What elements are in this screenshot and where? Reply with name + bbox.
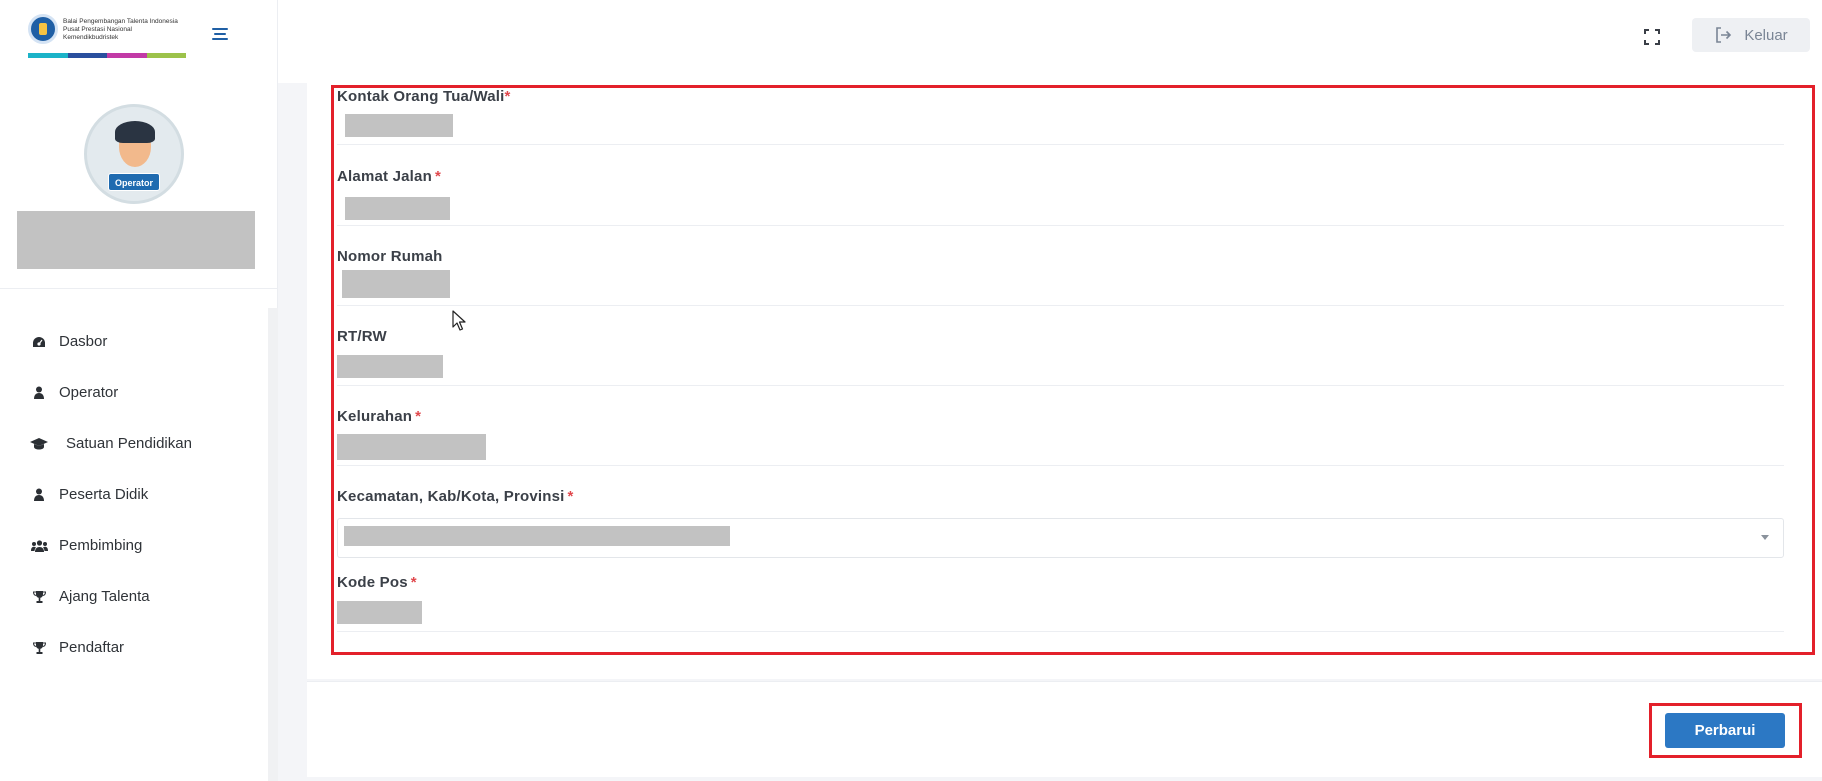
sidebar-scrollbar[interactable]	[268, 308, 278, 781]
field-value-redacted[interactable]	[337, 601, 422, 624]
field-divider	[337, 305, 1784, 306]
user-icon	[29, 487, 49, 503]
chevron-down-icon	[1761, 535, 1769, 540]
form-footer	[307, 682, 1822, 777]
sidebar-item-operator[interactable]: Operator	[0, 367, 268, 418]
field-label: Kecamatan, Kab/Kota, Provinsi *	[337, 488, 574, 505]
field-value-redacted[interactable]	[337, 355, 443, 378]
required-mark: *	[410, 574, 417, 591]
sidebar-nav: Dasbor Operator Satuan Pendidikan Pesert…	[0, 316, 268, 673]
trophy-icon	[29, 640, 49, 656]
required-mark: *	[567, 488, 574, 505]
sidebar-item-label: Peserta Didik	[59, 486, 149, 503]
form-field-rt-rw: RT/RW	[337, 328, 1784, 386]
field-value-redacted[interactable]	[337, 434, 486, 460]
menu-toggle-icon[interactable]	[212, 28, 228, 42]
sidebar-item-label: Pendaftar	[59, 639, 125, 656]
user-icon	[29, 385, 49, 401]
logout-icon	[1716, 27, 1732, 43]
avatar-hair	[115, 121, 155, 143]
sidebar-item-pendaftar[interactable]: Pendaftar	[0, 622, 268, 673]
field-label: Kode Pos *	[337, 574, 417, 591]
form-field-kecamatan: Kecamatan, Kab/Kota, Provinsi *	[337, 488, 1784, 558]
avatar: Operator	[84, 104, 184, 204]
logo-bar-segment	[67, 53, 107, 58]
form-field-kode-pos: Kode Pos *	[337, 574, 1784, 632]
sidebar-item-pembimbing[interactable]: Pembimbing	[0, 520, 268, 571]
sidebar-item-ajang-talenta[interactable]: Ajang Talenta	[0, 571, 268, 622]
sidebar-item-label: Operator	[59, 384, 119, 401]
top-header	[278, 0, 1822, 83]
perbarui-button[interactable]: Perbarui	[1665, 713, 1785, 748]
sidebar-divider	[0, 288, 278, 289]
role-badge: Operator	[108, 173, 160, 191]
logo-text: Balai Pengembangan Talenta Indonesia Pus…	[63, 18, 178, 41]
field-divider	[337, 631, 1784, 632]
field-divider	[337, 225, 1784, 226]
fullscreen-icon[interactable]	[1643, 28, 1661, 46]
logo-bar-segment	[146, 53, 186, 58]
field-label: Kontak Orang Tua/Wali*	[337, 88, 511, 105]
field-value-redacted[interactable]	[345, 197, 450, 220]
app-logo[interactable]: Balai Pengembangan Talenta Indonesia Pus…	[28, 14, 188, 60]
sidebar-item-label: Pembimbing	[59, 537, 143, 554]
sidebar-item-peserta-didik[interactable]: Peserta Didik	[0, 469, 268, 520]
logo-emblem-icon	[28, 14, 58, 44]
logout-button[interactable]: Keluar	[1692, 18, 1810, 52]
form-field-nomor-rumah: Nomor Rumah	[337, 248, 1784, 306]
logo-bar-segment	[107, 53, 147, 58]
form-field-alamat-jalan: Alamat Jalan *	[337, 168, 1784, 226]
user-name-redacted	[17, 211, 255, 269]
kecamatan-select[interactable]	[337, 518, 1784, 558]
graduation-cap-icon	[29, 436, 49, 452]
field-divider	[337, 385, 1784, 386]
field-label: Alamat Jalan *	[337, 168, 441, 185]
dashboard-icon	[29, 334, 49, 350]
required-mark: *	[415, 408, 422, 425]
users-icon	[29, 538, 49, 554]
field-value-redacted[interactable]	[342, 270, 450, 298]
logo-bar-segment	[28, 53, 68, 58]
field-label: RT/RW	[337, 328, 387, 345]
required-mark: *	[434, 168, 441, 185]
trophy-icon	[29, 589, 49, 605]
field-value-redacted[interactable]	[345, 114, 453, 137]
sidebar-item-label: Satuan Pendidikan	[66, 435, 192, 452]
logout-label: Keluar	[1744, 26, 1788, 44]
sidebar-item-dasbor[interactable]: Dasbor	[0, 316, 268, 367]
sidebar-item-satuan-pendidikan[interactable]: Satuan Pendidikan	[0, 418, 268, 469]
field-label: Nomor Rumah	[337, 248, 443, 265]
mouse-cursor-icon	[452, 310, 466, 331]
sidebar-item-label: Ajang Talenta	[59, 588, 150, 605]
field-divider	[337, 144, 1784, 145]
sidebar-item-label: Dasbor	[59, 333, 108, 350]
required-mark: *	[504, 88, 511, 105]
form-field-kontak-orang-tua: Kontak Orang Tua/Wali*	[337, 88, 1784, 145]
form-field-kelurahan: Kelurahan *	[337, 408, 1784, 466]
field-value-redacted	[344, 526, 730, 546]
field-divider	[337, 465, 1784, 466]
logo-color-bar	[28, 53, 186, 58]
sidebar: Balai Pengembangan Talenta Indonesia Pus…	[0, 0, 278, 781]
field-label: Kelurahan *	[337, 408, 422, 425]
